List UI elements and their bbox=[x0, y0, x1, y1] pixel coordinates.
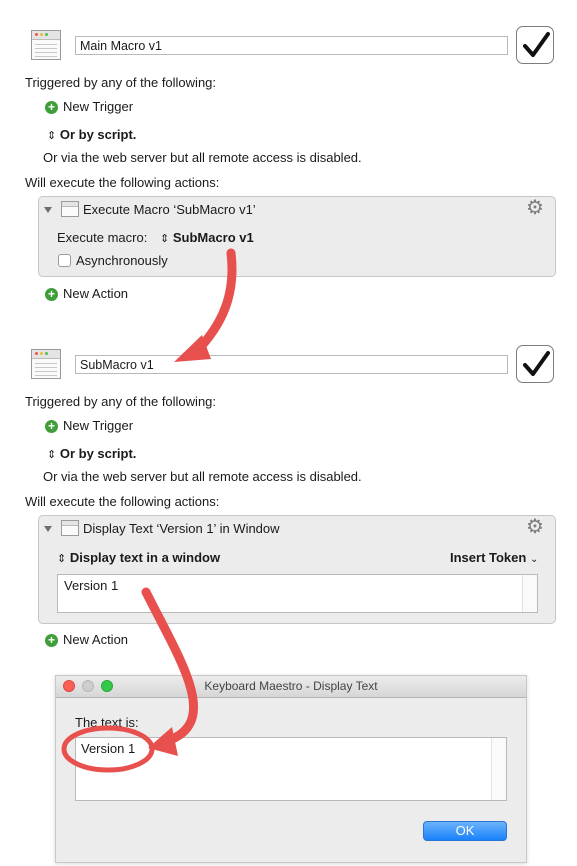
annotation-overlay bbox=[61, 248, 237, 773]
annotation-arrow-2 bbox=[141, 587, 199, 745]
annotation-circle bbox=[61, 725, 155, 773]
